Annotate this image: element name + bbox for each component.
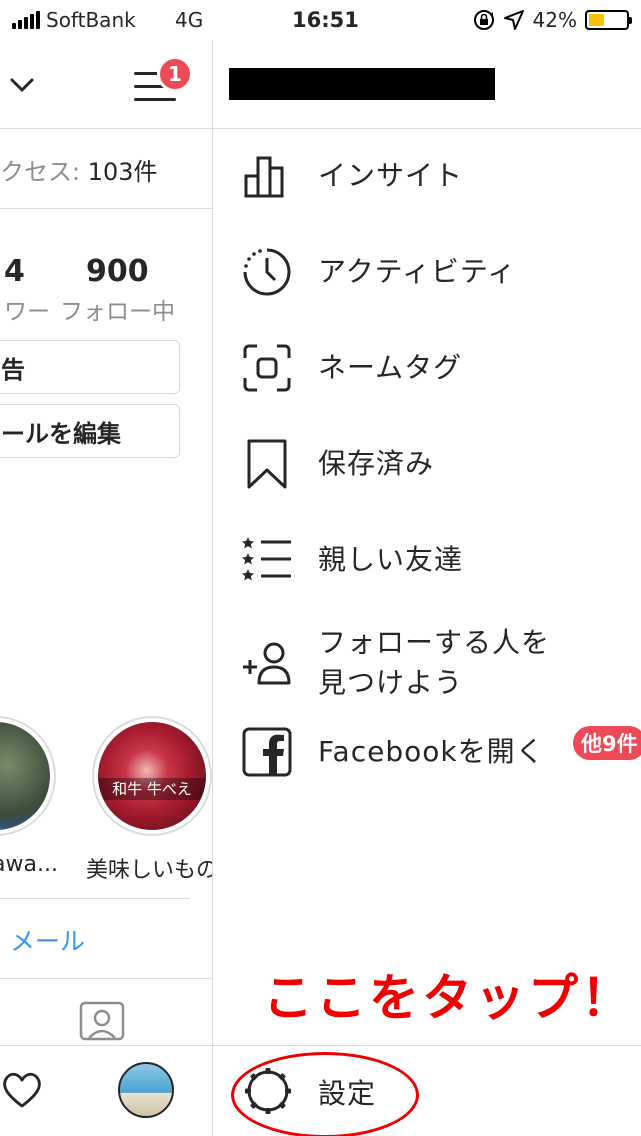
- access-count[interactable]: クセス: 103件: [0, 152, 158, 187]
- clock: 16:51: [292, 8, 359, 32]
- highlight-label: awa...: [0, 852, 58, 877]
- activity-icon: [243, 248, 291, 296]
- divider: [0, 978, 212, 979]
- story-highlight[interactable]: 和牛 牛べえ: [92, 716, 212, 836]
- location-arrow-icon: [503, 10, 524, 30]
- insights-icon: [244, 156, 284, 198]
- side-drawer: インサイト アクティビティ ネームタグ 保存済み 親しい友達 フォローする人を …: [212, 40, 641, 1136]
- menu-label: Facebookを開く: [318, 735, 545, 768]
- highlight-image: 和牛 牛べえ: [98, 722, 206, 830]
- menu-item-close-friends[interactable]: 親しい友達: [213, 522, 641, 598]
- menu-label: 保存済み: [318, 447, 435, 480]
- menu-item-facebook[interactable]: Facebookを開く 他9件: [213, 714, 641, 790]
- heart-icon[interactable]: [0, 1068, 44, 1112]
- access-value: 103件: [87, 158, 158, 186]
- mail-link[interactable]: メール: [10, 922, 85, 958]
- close-friends-icon: [242, 537, 291, 581]
- battery-level: [589, 14, 605, 26]
- tagged-photos-icon[interactable]: [78, 998, 126, 1042]
- tab-bar-divider: [0, 1045, 212, 1046]
- add-person-icon: [243, 642, 291, 685]
- followers-count[interactable]: 4: [4, 254, 25, 289]
- status-bar: SoftBank 4G 16:51 42%: [0, 0, 641, 40]
- highlight-location-tag: 和牛 牛べえ: [98, 778, 206, 800]
- edit-profile-button[interactable]: ールを編集: [0, 404, 180, 458]
- menu-label: インサイト: [318, 159, 464, 192]
- menu-label: 親しい友達: [318, 543, 464, 576]
- divider: [213, 128, 641, 129]
- menu-item-saved[interactable]: 保存済み: [213, 426, 641, 502]
- divider: [0, 898, 190, 899]
- menu-label-line: フォローする人を: [318, 626, 551, 659]
- divider: [0, 208, 212, 209]
- menu-label: フォローする人を 見つけよう: [318, 623, 550, 703]
- menu-label: アクティビティ: [318, 255, 517, 288]
- story-highlight[interactable]: [0, 716, 56, 836]
- carrier: SoftBank: [12, 8, 136, 32]
- highlight-image: [0, 722, 50, 830]
- menu-item-insights[interactable]: インサイト: [213, 138, 641, 214]
- following-count[interactable]: 900: [86, 254, 149, 289]
- chevron-down-icon[interactable]: [8, 70, 36, 98]
- ad-button[interactable]: 告: [0, 340, 180, 394]
- followers-label: ワー: [4, 299, 50, 325]
- bookmark-icon: [247, 439, 287, 489]
- access-label: クセス:: [0, 158, 88, 186]
- signal-icon: [12, 11, 40, 29]
- facebook-icon: [242, 727, 292, 777]
- carrier-name: SoftBank: [46, 8, 136, 32]
- tap-here-annotation: ここをタップ！: [263, 969, 634, 1027]
- menu-label-line: 見つけよう: [318, 666, 464, 699]
- notification-badge: 他9件: [573, 726, 641, 760]
- status-indicators: 42%: [473, 8, 632, 32]
- battery-icon: [585, 10, 632, 30]
- redacted-username: [229, 68, 495, 100]
- highlight-circle: [231, 1052, 419, 1136]
- rotation-lock-icon: [473, 10, 494, 30]
- menu-label: ネームタグ: [318, 351, 463, 384]
- settings-button[interactable]: 設定: [213, 1046, 641, 1136]
- profile-panel: 1 クセス: 103件 4 900 ワー フォロー中 告 ールを編集 和牛 牛べ…: [0, 40, 212, 1136]
- menu-item-nametag[interactable]: ネームタグ: [213, 330, 641, 406]
- network-type: 4G: [175, 8, 204, 32]
- nametag-icon: [243, 344, 291, 392]
- divider: [0, 128, 212, 129]
- following-label: フォロー中: [60, 299, 175, 325]
- highlight-label: 美味しいもの: [86, 858, 212, 883]
- battery-percentage: 42%: [532, 8, 577, 32]
- notification-badge: 1: [157, 56, 193, 92]
- menu-item-activity[interactable]: アクティビティ: [213, 234, 641, 310]
- profile-avatar[interactable]: [118, 1062, 174, 1118]
- menu-item-discover-people[interactable]: フォローする人を 見つけよう: [213, 618, 641, 708]
